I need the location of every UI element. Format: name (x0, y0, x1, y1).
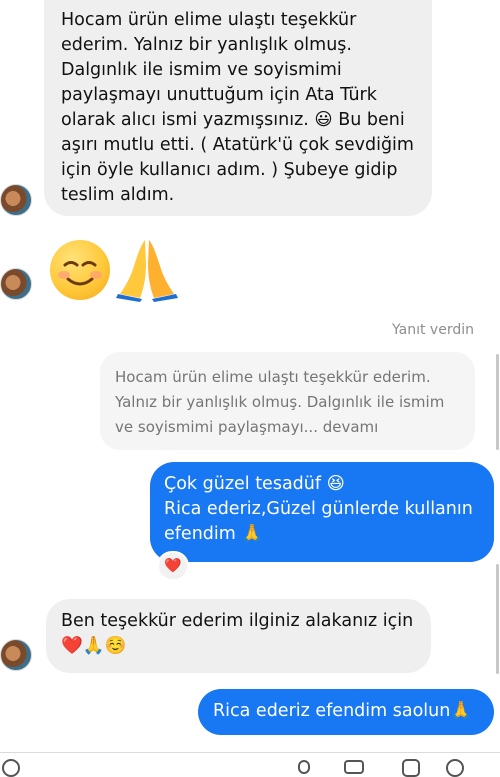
like-icon[interactable] (446, 759, 464, 777)
message-input-bar[interactable] (0, 752, 500, 777)
message-text: Rica ederiz efendim saolun🙏 (213, 701, 473, 721)
scrollbar[interactable] (496, 564, 499, 674)
avatar[interactable] (0, 268, 32, 300)
microphone-icon[interactable] (298, 760, 310, 774)
avatar[interactable] (0, 639, 32, 671)
message-outgoing-2[interactable]: Rica ederiz efendim saolun🙏 (198, 689, 494, 735)
quoted-message[interactable]: Hocam ürün elime ulaştı teşekkür ederim.… (100, 352, 475, 450)
heart-emoji: ❤️ (164, 558, 182, 574)
relaxed-face-emoji (50, 240, 110, 300)
scrollbar[interactable] (496, 354, 499, 450)
heart-reaction-icon[interactable]: ❤️ (157, 551, 189, 581)
sticker-icon[interactable] (402, 759, 420, 777)
quoted-text: Hocam ürün elime ulaştı teşekkür ederim.… (115, 368, 445, 436)
reply-label: Yanıt verdin (392, 322, 474, 338)
camera-icon[interactable] (2, 759, 20, 777)
folded-hands-emoji (116, 240, 178, 302)
message-text: Çok güzel tesadüf 😆 Rica ederiz,Güzel gü… (164, 474, 473, 544)
message-incoming-2[interactable]: Ben teşekkür ederim ilginiz alakanız içi… (46, 599, 431, 673)
avatar[interactable] (0, 184, 32, 216)
message-emoji-only[interactable] (48, 236, 188, 306)
message-text: Ben teşekkür ederim ilginiz alakanız içi… (61, 611, 414, 656)
message-text: Hocam ürün elime ulaştı teşekkür ederim.… (61, 10, 414, 205)
gallery-icon[interactable] (344, 760, 364, 774)
message-incoming-1[interactable]: Hocam ürün elime ulaştı teşekkür ederim.… (44, 0, 432, 216)
message-outgoing-1[interactable]: Çok güzel tesadüf 😆 Rica ederiz,Güzel gü… (150, 462, 494, 562)
